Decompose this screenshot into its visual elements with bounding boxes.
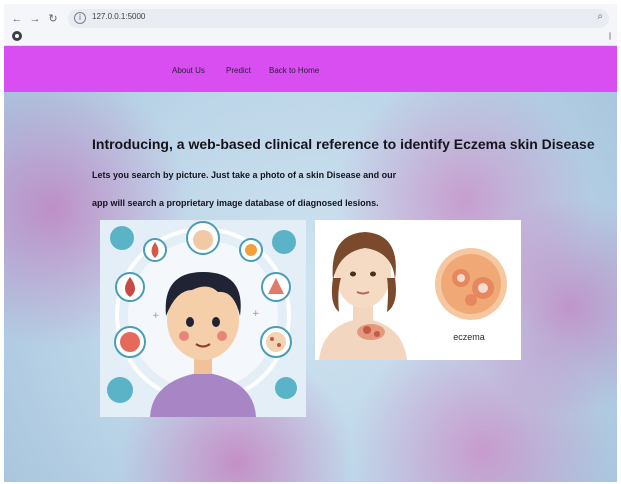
skin-conditions-illustration: + + [100, 220, 306, 417]
nav-predict[interactable]: Predict [226, 66, 251, 75]
eczema-illustration: eczema [315, 220, 521, 360]
hero-section: Introducing, a web-based clinical refere… [4, 92, 617, 482]
intro-text-line-1: Lets you search by picture. Just take a … [92, 170, 397, 180]
browser-window: ← → ↻ i 127.0.0.1:5000 ⌕ About Us Predic… [4, 4, 617, 482]
intro-text-line-2: app will search a proprietary image data… [92, 198, 379, 208]
page-title: Introducing, a web-based clinical refere… [92, 136, 595, 152]
svg-text:+: + [152, 311, 160, 321]
zoom-icon[interactable]: ⌕ [597, 11, 603, 22]
url-text[interactable]: 127.0.0.1:5000 [92, 12, 145, 21]
site-info-icon[interactable]: i [74, 12, 86, 24]
eczema-label: eczema [453, 332, 485, 342]
app-nav-bar: About Us Predict Back to Home [4, 46, 617, 92]
address-bar[interactable]: i 127.0.0.1:5000 ⌕ [68, 9, 609, 28]
forward-arrow-icon[interactable]: → [28, 12, 42, 26]
browser-toolbar: ← → ↻ i 127.0.0.1:5000 ⌕ [4, 4, 617, 46]
back-arrow-icon[interactable]: ← [10, 12, 24, 26]
reload-icon[interactable]: ↻ [46, 12, 60, 26]
nav-about-us[interactable]: About Us [172, 66, 205, 75]
scroll-indicator [609, 32, 611, 40]
svg-text:+: + [252, 309, 260, 319]
nav-back-to-home[interactable]: Back to Home [269, 66, 319, 75]
bookmark-favicon-icon[interactable] [12, 31, 22, 41]
